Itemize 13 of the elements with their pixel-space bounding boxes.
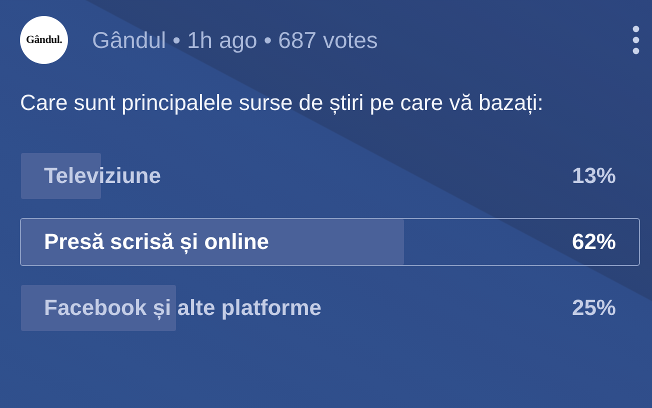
post-meta: Gândul • 1h ago • 687 votes xyxy=(92,26,379,54)
option-percent: 13% xyxy=(572,163,616,189)
option-percent: 62% xyxy=(572,229,616,255)
poll-question: Care sunt principalele surse de știri pe care vă bazați: xyxy=(20,89,544,117)
poll-option[interactable]: Presă scrisă și online 62% xyxy=(20,218,640,266)
poll-option[interactable]: Facebook și alte platforme 25% xyxy=(20,284,640,332)
logo-text: Gândul. xyxy=(26,34,62,46)
option-label: Televiziune xyxy=(44,163,161,189)
poll-option[interactable]: Televiziune 13% xyxy=(20,152,640,200)
option-label: Presă scrisă și online xyxy=(44,229,270,255)
option-label: Facebook și alte platforme xyxy=(44,295,322,321)
option-percent: 25% xyxy=(572,295,616,321)
more-options-icon[interactable] xyxy=(632,25,640,55)
